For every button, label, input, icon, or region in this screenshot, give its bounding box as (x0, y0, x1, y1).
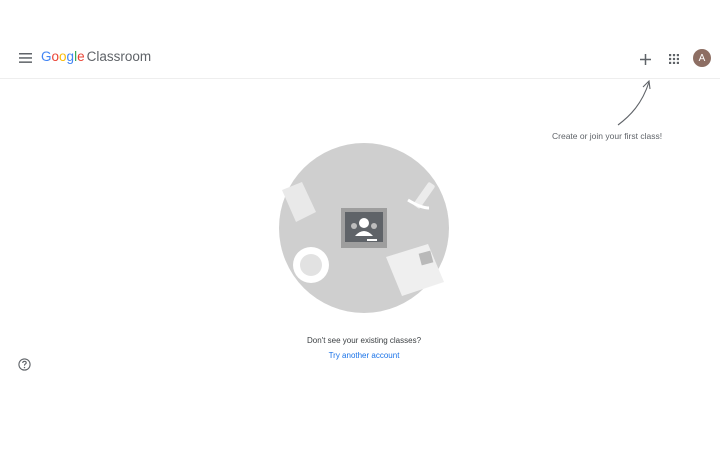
product-name: Classroom (86, 49, 152, 64)
main-menu-button[interactable] (15, 48, 35, 68)
google-logo: Google (41, 49, 85, 64)
logo-letter: G (41, 49, 52, 64)
classroom-illustration (279, 143, 449, 313)
try-another-account-link[interactable]: Try another account (0, 351, 720, 360)
logo-letter: g (66, 49, 75, 64)
google-apps-button[interactable] (663, 48, 685, 70)
apps-grid-icon (669, 54, 679, 64)
create-class-hint: Create or join your first class! (552, 131, 663, 141)
account-avatar[interactable]: A (693, 49, 711, 67)
hamburger-menu-icon (18, 53, 32, 63)
logo-letter: o (59, 49, 67, 64)
top-app-bar: Google Classroom A (0, 38, 720, 79)
logo-letter: o (51, 49, 60, 64)
curved-arrow-icon (617, 79, 651, 126)
app-brand[interactable]: Google Classroom (41, 49, 151, 69)
logo-letter: e (77, 49, 85, 64)
help-button[interactable] (17, 357, 31, 371)
plus-icon (639, 53, 651, 65)
create-join-class-button[interactable] (634, 48, 656, 70)
existing-classes-prompt: Don't see your existing classes? (306, 336, 422, 345)
help-circle-icon (17, 357, 31, 371)
